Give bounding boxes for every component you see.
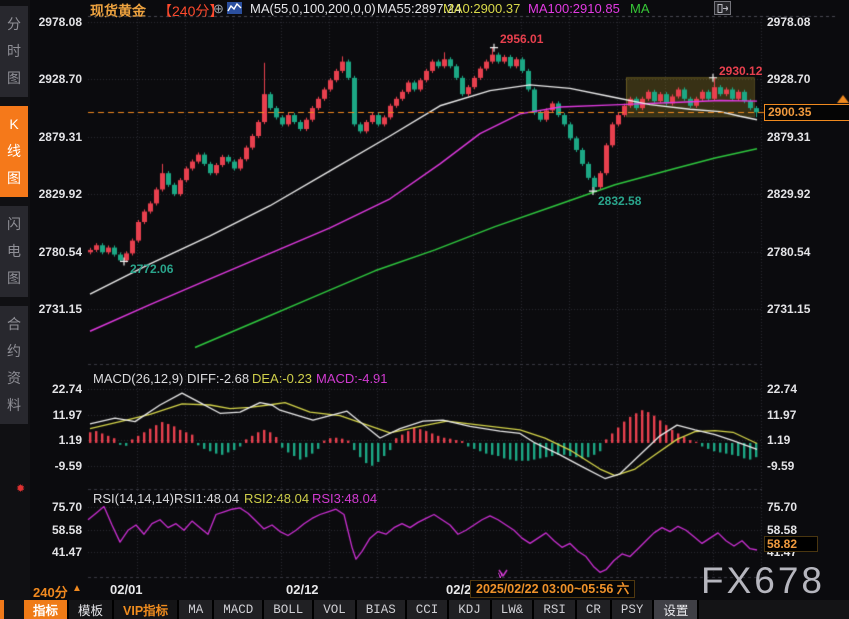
indicator-toolbar: 指标模板VIP指标MAMACDBOLLVOLBIASCCIKDJLW&RSICR… <box>0 600 849 619</box>
chart-canvas[interactable] <box>0 0 849 619</box>
brand-watermark: FX678 <box>701 560 825 602</box>
toolbar-button-7[interactable]: BIAS <box>357 600 407 619</box>
sidebar-tab-contract-info[interactable]: 合约资料 <box>0 306 28 424</box>
toolbar-button-11[interactable]: RSI <box>534 600 577 619</box>
toolbar-button-3[interactable]: MA <box>179 600 214 619</box>
toolbar-button-8[interactable]: CCI <box>407 600 450 619</box>
toolbar-button-13[interactable]: PSY <box>612 600 655 619</box>
toolbar-button-0[interactable]: 指标 <box>24 600 69 619</box>
toolbar-button-4[interactable]: MACD <box>214 600 264 619</box>
rsi-value-tag: 58.82 <box>764 536 818 552</box>
toolbar-button-1[interactable]: 模板 <box>69 600 114 619</box>
toolbar-button-12[interactable]: CR <box>577 600 612 619</box>
toolbar-button-2[interactable]: VIP指标 <box>114 600 179 619</box>
sidebar-tab-lightning[interactable]: 闪电图 <box>0 206 28 297</box>
kline-app: 分时图K线图闪电图合约资料 现货黄金 【240分】 ⊕ MA(55,0,100,… <box>0 0 849 619</box>
current-price-tag: 2900.35 <box>764 104 849 121</box>
toolbar-button-14[interactable]: 设置 <box>654 600 699 619</box>
toolbar-button-5[interactable]: BOLL <box>264 600 314 619</box>
toolbar-accent-bar <box>0 600 4 619</box>
toolbar-button-10[interactable]: LW& <box>492 600 535 619</box>
sidebar: 分时图 K线图闪电图合约资料 <box>0 0 30 600</box>
sidebar-tab-kline[interactable]: K线图 <box>0 106 28 197</box>
sidebar-tab-timeline[interactable]: 分时图 <box>0 6 28 97</box>
toolbar-button-6[interactable]: VOL <box>314 600 357 619</box>
toolbar-button-9[interactable]: KDJ <box>449 600 492 619</box>
live-dot-icon[interactable]: ✹ <box>16 482 25 495</box>
